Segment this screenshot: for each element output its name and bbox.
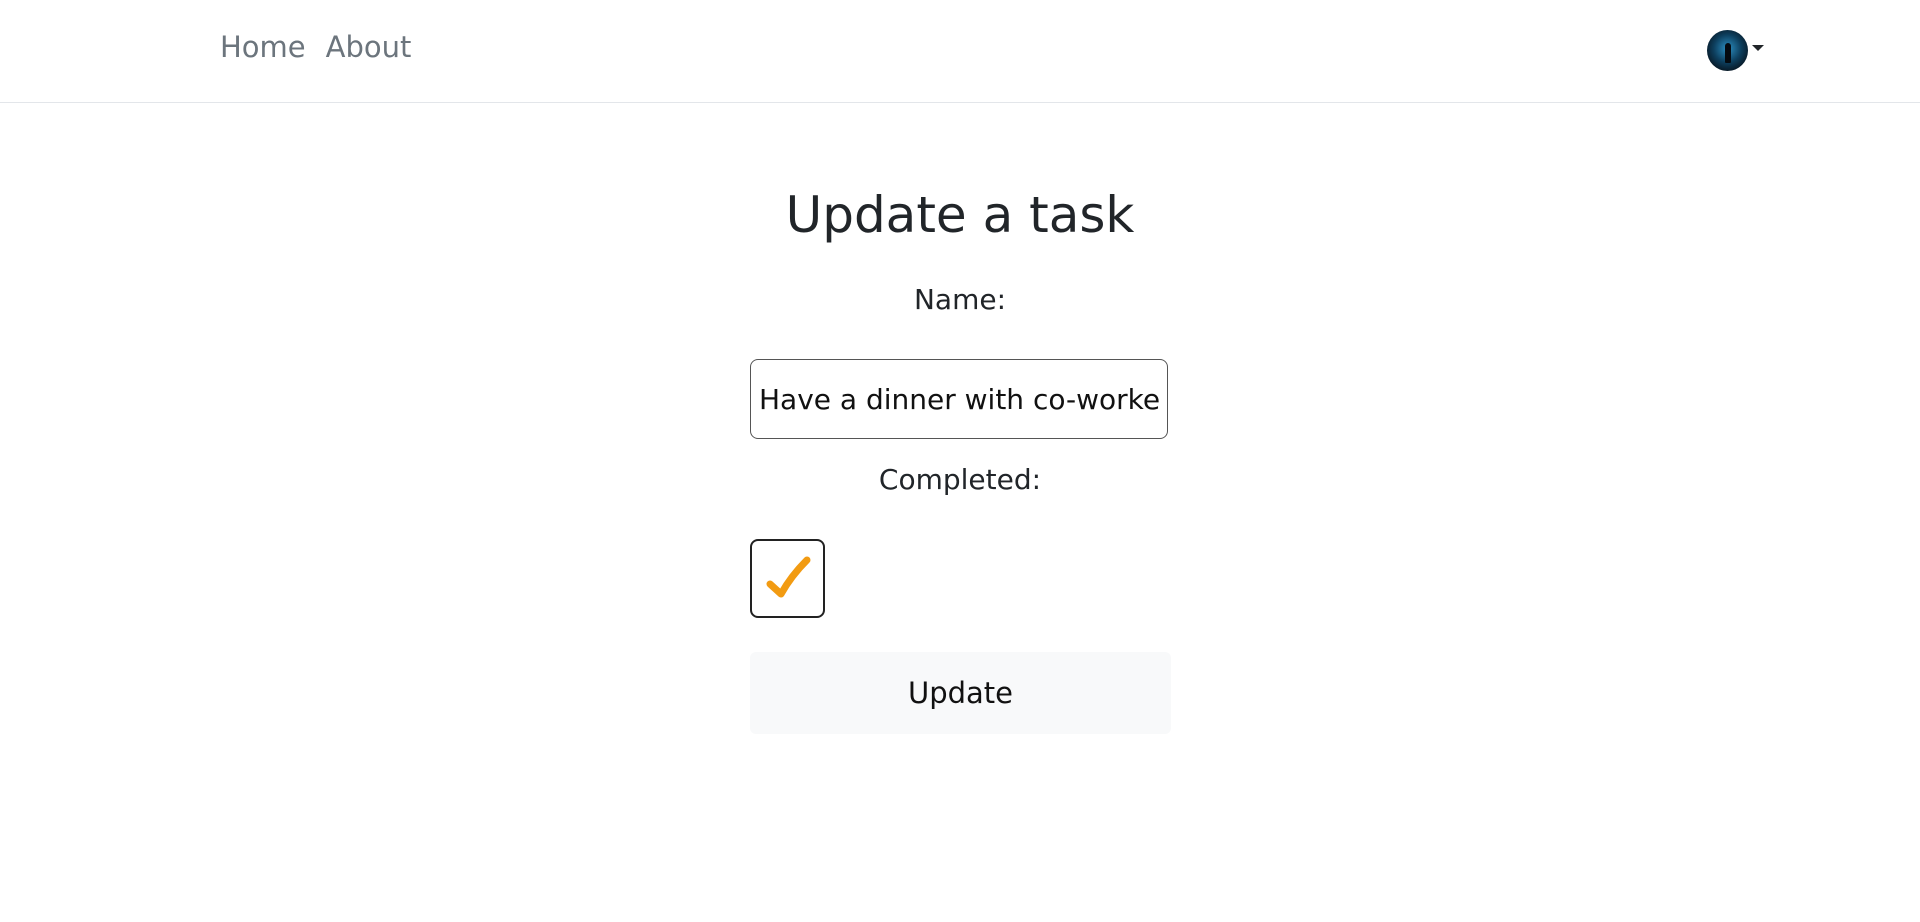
- user-menu-dropdown[interactable]: [1707, 30, 1764, 71]
- page-title: Update a task: [785, 186, 1135, 244]
- name-label: Name:: [913, 283, 1007, 316]
- nav-link-about[interactable]: About: [326, 30, 412, 64]
- checkmark-icon: [766, 556, 810, 597]
- completed-checkbox[interactable]: [750, 539, 825, 618]
- user-avatar-icon[interactable]: [1707, 30, 1748, 71]
- task-name-input[interactable]: [750, 359, 1168, 439]
- nav-links: Home About: [220, 30, 411, 64]
- nav-link-home[interactable]: Home: [220, 30, 306, 64]
- update-button[interactable]: Update: [750, 652, 1171, 734]
- completed-label: Completed:: [878, 463, 1042, 496]
- caret-down-icon[interactable]: [1752, 44, 1764, 51]
- top-navbar: Home About: [0, 0, 1920, 103]
